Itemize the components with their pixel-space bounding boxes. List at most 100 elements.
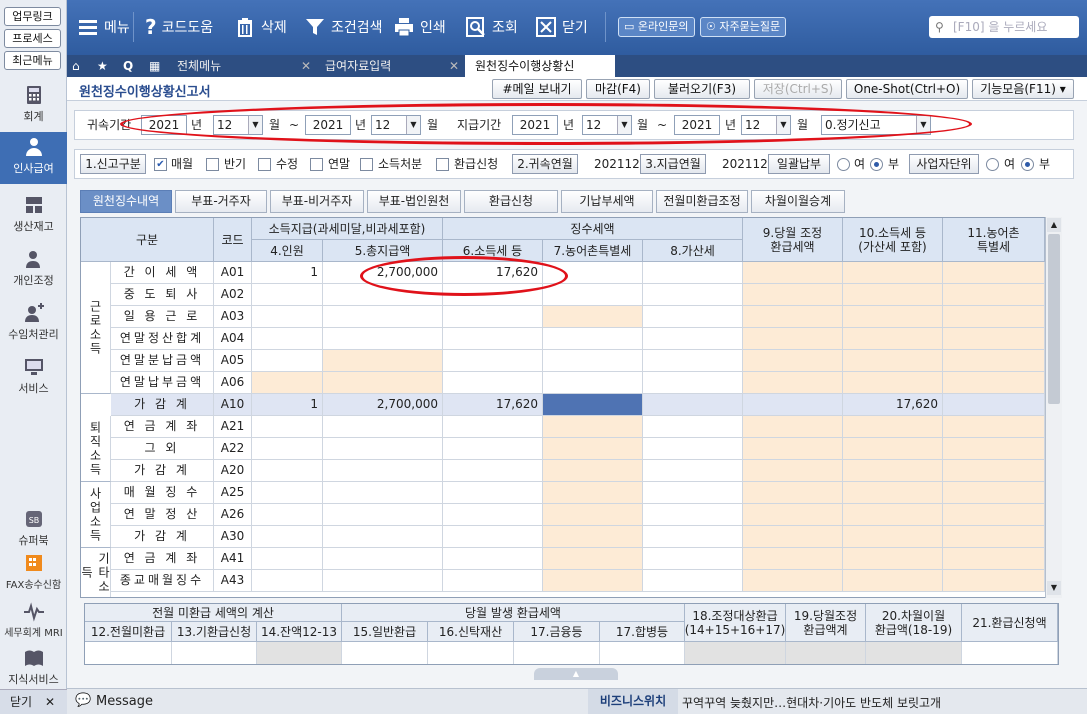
expand-panel-button[interactable]: ▲ <box>534 668 618 680</box>
adj-refund-cell[interactable] <box>743 416 843 438</box>
add-tax-cell[interactable] <box>643 548 743 570</box>
rural-paid-cell[interactable] <box>943 262 1045 284</box>
people-cell[interactable] <box>252 306 323 328</box>
add-tax-cell[interactable] <box>643 504 743 526</box>
filter-search-button[interactable]: 조건검색 <box>304 14 383 40</box>
subtab-corporate[interactable]: 부표-법인원천 <box>367 190 461 213</box>
people-cell[interactable] <box>252 504 323 526</box>
income-tax-paid-cell[interactable] <box>843 306 943 328</box>
sidebar-close-button[interactable]: 닫기 ✕ <box>0 689 67 714</box>
total-pay-cell[interactable] <box>323 548 443 570</box>
adj-refund-cell[interactable] <box>743 482 843 504</box>
income-tax-cell[interactable] <box>443 350 543 372</box>
tab-withholding-report[interactable]: 원천징수이행상황신 <box>465 55 615 77</box>
rural-paid-cell[interactable] <box>943 328 1045 350</box>
oneshot-button[interactable]: One-Shot(Ctrl+O) <box>846 79 968 99</box>
adj-refund-cell[interactable] <box>743 504 843 526</box>
load-button[interactable]: 불러오기(F3) <box>654 79 750 99</box>
print-button[interactable]: 인쇄 <box>393 14 446 40</box>
calendar-icon[interactable]: ▦ <box>149 55 160 77</box>
rural-tax-cell[interactable] <box>543 284 643 306</box>
correction-checkbox[interactable] <box>258 158 271 171</box>
income-tax-cell[interactable] <box>443 372 543 394</box>
adj-refund-cell[interactable] <box>743 328 843 350</box>
total-pay-cell[interactable] <box>323 328 443 350</box>
total-pay-cell[interactable] <box>323 482 443 504</box>
rural-paid-cell[interactable] <box>943 526 1045 548</box>
income-tax-paid-cell[interactable] <box>843 262 943 284</box>
adj-refund-cell[interactable] <box>743 548 843 570</box>
income-tax-cell[interactable] <box>443 548 543 570</box>
rural-tax-cell[interactable] <box>543 570 643 592</box>
subtab-refund-apply[interactable]: 환급신청 <box>464 190 558 213</box>
add-tax-cell[interactable] <box>643 394 743 416</box>
people-cell[interactable] <box>252 284 323 306</box>
income-tax-paid-cell[interactable] <box>843 350 943 372</box>
faq-button[interactable]: ☉ 자주묻는질문 <box>700 17 787 37</box>
people-cell[interactable] <box>252 372 323 394</box>
tab-all-menu[interactable]: 전체메뉴 ✕ <box>167 55 317 77</box>
nav-production[interactable]: 생산재고 <box>0 194 67 240</box>
total-pay-cell[interactable] <box>323 372 443 394</box>
rural-tax-cell[interactable] <box>543 482 643 504</box>
adj-refund-cell[interactable] <box>743 284 843 306</box>
subtab-resident[interactable]: 부표-거주자 <box>175 190 267 213</box>
add-tax-cell[interactable] <box>643 416 743 438</box>
income-tax-paid-cell[interactable] <box>843 548 943 570</box>
income-tax-cell[interactable] <box>443 570 543 592</box>
cell-c21[interactable] <box>962 642 1058 664</box>
rural-tax-cell[interactable] <box>543 526 643 548</box>
income-tax-paid-cell[interactable] <box>843 570 943 592</box>
rural-paid-cell[interactable] <box>943 394 1045 416</box>
rural-paid-cell[interactable] <box>943 372 1045 394</box>
nav-personal-adjust[interactable]: 개인조정 <box>0 248 67 294</box>
send-mail-button[interactable]: #메일 보내기 <box>492 79 582 99</box>
cell-c12[interactable] <box>85 642 172 664</box>
adj-refund-cell[interactable] <box>743 350 843 372</box>
add-tax-cell[interactable] <box>643 372 743 394</box>
income-tax-cell[interactable] <box>443 416 543 438</box>
people-cell[interactable] <box>252 570 323 592</box>
total-pay-cell[interactable] <box>323 438 443 460</box>
income-tax-cell[interactable] <box>443 504 543 526</box>
adj-refund-cell[interactable] <box>743 372 843 394</box>
people-cell[interactable] <box>252 438 323 460</box>
bulk-no-radio[interactable] <box>870 158 883 171</box>
add-tax-cell[interactable] <box>643 526 743 548</box>
total-pay-cell[interactable] <box>323 504 443 526</box>
query-button[interactable]: 조회 <box>465 14 518 40</box>
add-tax-cell[interactable] <box>643 262 743 284</box>
monthly-checkbox[interactable]: ✔ <box>154 158 167 171</box>
income-tax-cell[interactable] <box>443 328 543 350</box>
rural-paid-cell[interactable] <box>943 350 1045 372</box>
code-help-button[interactable]: ? 코드도움 <box>145 14 213 40</box>
rural-paid-cell[interactable] <box>943 438 1045 460</box>
rural-tax-cell[interactable] <box>543 416 643 438</box>
income-tax-paid-cell[interactable] <box>843 328 943 350</box>
income-disposal-checkbox[interactable] <box>360 158 373 171</box>
total-pay-cell[interactable] <box>323 570 443 592</box>
rural-paid-cell[interactable] <box>943 504 1045 526</box>
income-tax-paid-cell[interactable] <box>843 438 943 460</box>
rural-paid-cell[interactable] <box>943 306 1045 328</box>
people-cell[interactable] <box>252 548 323 570</box>
adj-refund-cell[interactable] <box>743 570 843 592</box>
nav-fax[interactable]: FAX송수신함 <box>0 552 67 592</box>
adj-refund-cell[interactable] <box>743 460 843 482</box>
income-tax-paid-cell[interactable] <box>843 460 943 482</box>
function-menu-button[interactable]: 기능모음(F11) ▾ <box>972 79 1074 99</box>
nav-service[interactable]: 서비스 <box>0 356 67 396</box>
recent-menu-button[interactable]: 최근메뉴 <box>4 51 61 70</box>
grid-scrollbar[interactable]: ▲ ▼ <box>1045 217 1062 598</box>
rural-paid-cell[interactable] <box>943 284 1045 306</box>
add-tax-cell[interactable] <box>643 460 743 482</box>
search-input[interactable]: ⚲ [F10] 을 누르세요 <box>929 16 1079 38</box>
adj-refund-cell[interactable] <box>743 526 843 548</box>
cell-c17[interactable] <box>514 642 600 664</box>
close-icon[interactable]: ✕ <box>301 55 311 77</box>
scroll-up-icon[interactable]: ▲ <box>1047 218 1061 232</box>
nav-accounting[interactable]: 회계 <box>0 84 67 130</box>
total-pay-cell[interactable] <box>323 526 443 548</box>
subtab-prepaid-tax[interactable]: 기납부세액 <box>561 190 653 213</box>
subtab-carryover[interactable]: 차월이월승계 <box>751 190 845 213</box>
